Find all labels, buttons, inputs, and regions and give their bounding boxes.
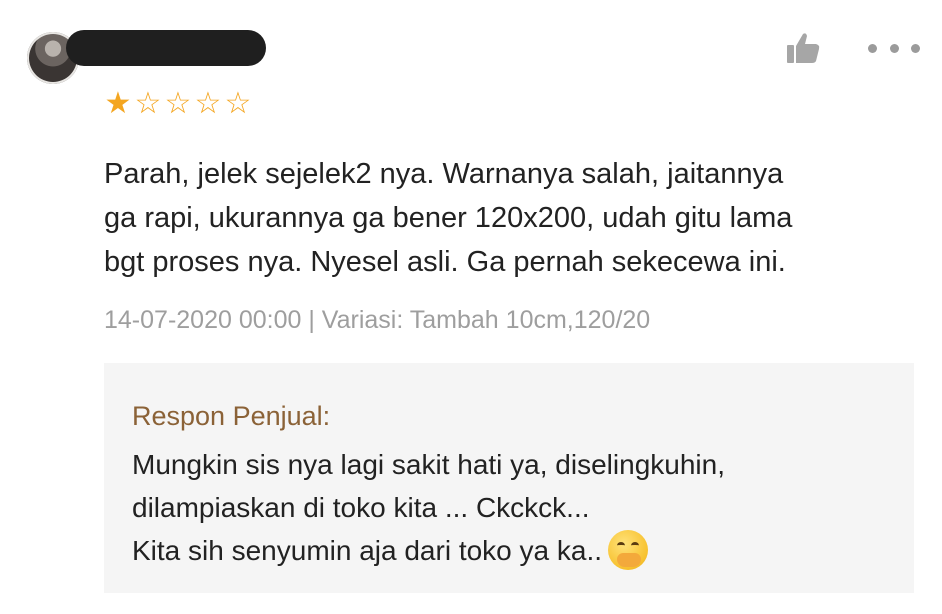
seller-response-line-text: Kita sih senyumin aja dari toko ya ka.. [132, 535, 603, 566]
star-filled-icon: ★ [104, 87, 132, 120]
more-dot [911, 43, 920, 53]
star-rating: ★ ☆ ☆ ☆ ☆ [104, 87, 252, 120]
more-options-button[interactable] [868, 36, 920, 60]
review-meta: 14-07-2020 00:00 | Variasi: Tambah 10cm,… [104, 306, 651, 334]
review-line: ga rapi, ukurannya ga bener 120x200, uda… [104, 202, 793, 234]
hand-over-mouth-emoji-icon [608, 529, 649, 570]
star-empty-icon: ☆ [194, 87, 222, 120]
like-button[interactable] [783, 30, 823, 66]
thumbs-up-icon [787, 33, 820, 63]
seller-response-line: dilampiaskan di toko kita ... Ckckck... [132, 492, 590, 523]
review-line: Parah, jelek sejelek2 nya. Warnanya sala… [104, 158, 784, 190]
seller-response-line: Mungkin sis nya lagi sakit hati ya, dise… [132, 449, 725, 480]
seller-response-text: Mungkin sis nya lagi sakit hati ya, dise… [132, 443, 902, 573]
star-empty-icon: ☆ [134, 87, 162, 120]
reviewer-name-redacted [66, 30, 266, 66]
review-text: Parah, jelek sejelek2 nya. Warnanya sala… [104, 152, 924, 284]
more-dot [868, 43, 877, 53]
seller-response-line-last: Kita sih senyumin aja dari toko ya ka.. [132, 529, 902, 573]
seller-response-label: Respon Penjual: [132, 401, 331, 431]
review-line: bgt proses nya. Nyesel asli. Ga pernah s… [104, 246, 786, 278]
more-dot [889, 43, 899, 53]
seller-response-box: Respon Penjual: Mungkin sis nya lagi sak… [104, 363, 914, 593]
star-empty-icon: ☆ [164, 87, 192, 120]
star-empty-icon: ☆ [224, 87, 252, 120]
